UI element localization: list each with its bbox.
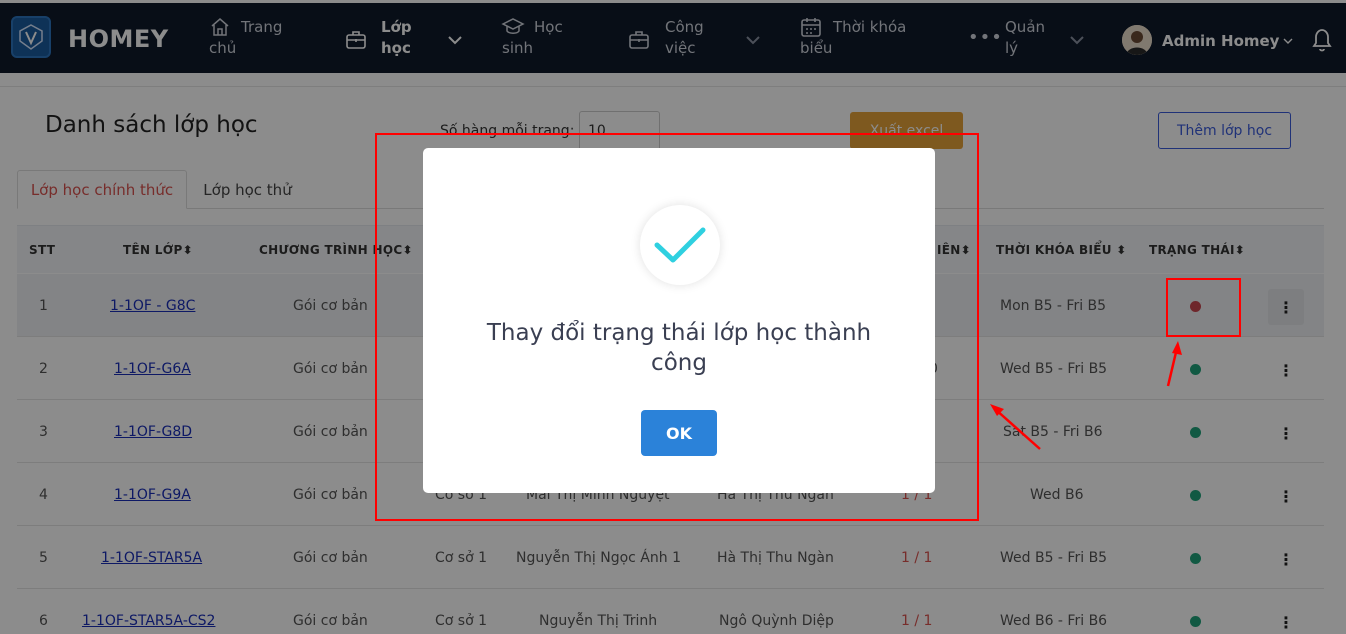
annotation-arrows [990,341,1182,450]
annotation-arrowhead [1172,341,1182,355]
annotation-arrow-line [994,408,1041,450]
